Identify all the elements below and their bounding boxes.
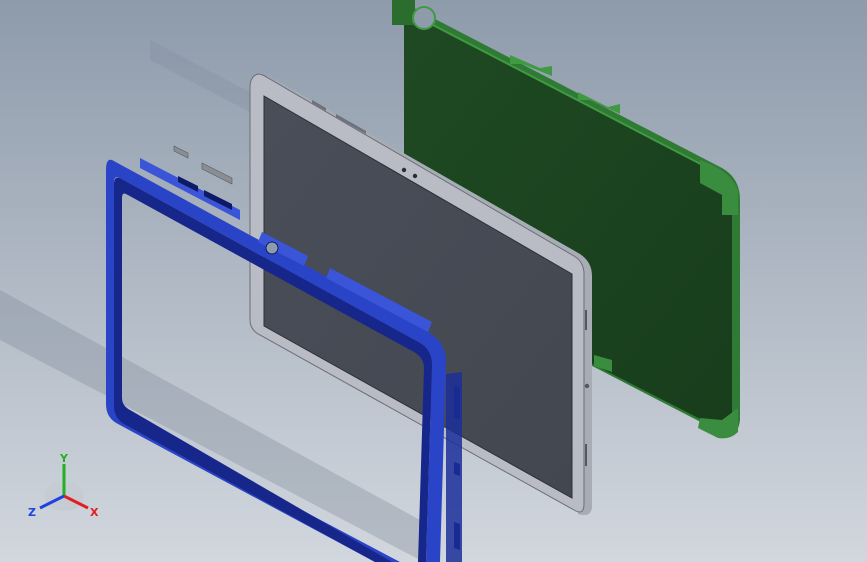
camera-cutout [412, 6, 436, 30]
front-camera-icon [401, 167, 407, 173]
back-cover-corner-top-left [392, 0, 415, 25]
cad-viewport[interactable]: Y X Z [0, 0, 867, 562]
bezel-camera-hole [265, 241, 279, 255]
z-axis-label: Z [28, 506, 36, 519]
sensor-icon [412, 173, 418, 179]
tablet-port [584, 383, 590, 389]
y-axis-label: Y [59, 452, 69, 465]
bezel-right-side [446, 372, 462, 562]
x-axis-label: X [90, 506, 99, 519]
assembly-canvas: Y X Z [0, 0, 867, 562]
